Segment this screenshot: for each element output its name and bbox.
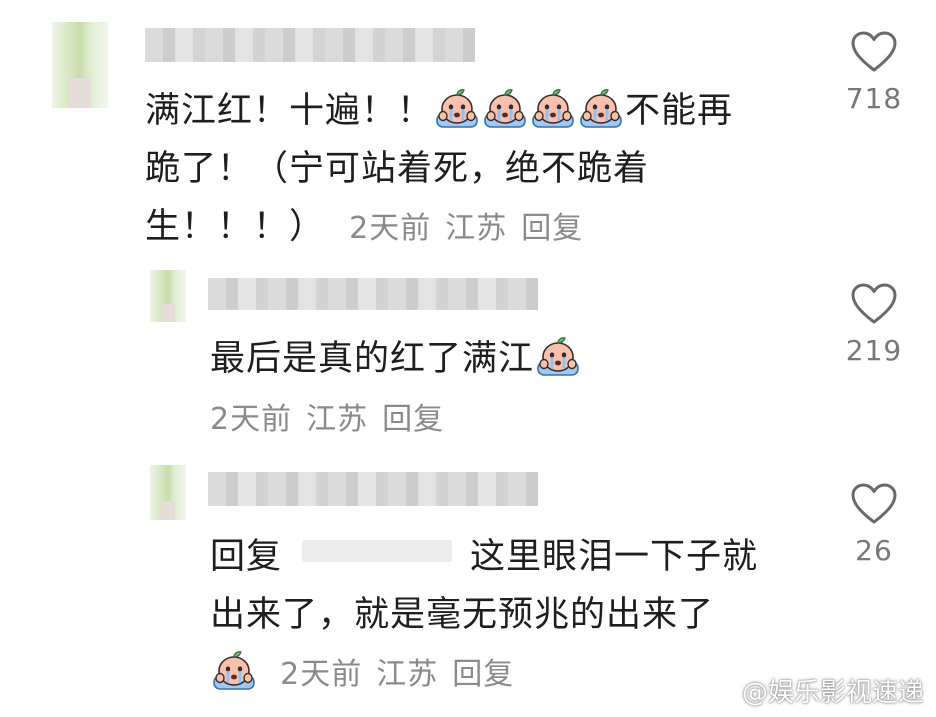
like-count: 219 bbox=[845, 334, 903, 367]
avatar[interactable] bbox=[150, 270, 186, 322]
comment-text: 满江红！十遍！！ 不能再 跪了！（宁可站着死，绝不跪着 生！！！） 2天前 江苏 回复 bbox=[145, 82, 825, 258]
comment-meta: 2天前 江苏 回复 bbox=[349, 211, 597, 246]
like-button[interactable]: 718 bbox=[834, 30, 914, 115]
comment-meta: 2天前 江苏 回复 bbox=[210, 394, 458, 438]
reply-button[interactable]: 回复 bbox=[382, 402, 444, 437]
comment-location: 江苏 bbox=[376, 657, 439, 692]
comment-text-line: 不能再 bbox=[625, 91, 734, 131]
username-blurred[interactable] bbox=[208, 472, 538, 506]
crying-face-emoji-icon bbox=[535, 336, 581, 378]
comment-text-line: 最后是真的红了满江 bbox=[210, 339, 535, 379]
crying-face-emoji-icon bbox=[530, 88, 576, 130]
avatar[interactable] bbox=[52, 22, 108, 108]
emoji-group bbox=[433, 91, 625, 131]
heart-outline-icon bbox=[851, 283, 897, 324]
username-blurred[interactable] bbox=[145, 28, 475, 62]
comment-time: 2天前 bbox=[210, 402, 293, 437]
comment-text: 最后是真的红了满江 bbox=[210, 330, 810, 388]
comment-text-line: 跪了！（宁可站着死，绝不跪着 bbox=[145, 149, 650, 189]
comment-text-line: 出来了，就是毫无预兆的出来了 bbox=[210, 595, 715, 635]
comment-text-line: 生！！！） bbox=[145, 207, 326, 247]
crying-face-emoji-icon bbox=[211, 650, 257, 692]
heart-outline-icon bbox=[851, 483, 897, 524]
comment-text-line: 这里眼泪一下子就 bbox=[470, 537, 759, 577]
like-count: 26 bbox=[855, 534, 893, 567]
comment-text: 回复 这里眼泪一下子就 出来了，就是毫无预兆的出来了 2天前 江苏 回复 bbox=[210, 528, 820, 704]
comment-text-line: 满江红！十遍！！ bbox=[145, 91, 434, 131]
like-button[interactable]: 26 bbox=[834, 482, 914, 567]
mentioned-user-blurred[interactable] bbox=[302, 540, 453, 562]
comment-location: 江苏 bbox=[306, 402, 369, 437]
crying-face-emoji-icon bbox=[434, 88, 480, 130]
heart-outline-icon bbox=[851, 31, 897, 72]
like-count: 718 bbox=[845, 82, 903, 115]
watermark: @娱乐影视速递 bbox=[741, 678, 924, 708]
reply-button[interactable]: 回复 bbox=[452, 657, 514, 692]
crying-face-emoji-icon bbox=[578, 88, 624, 130]
comment-meta: 2天前 江苏 回复 bbox=[280, 657, 528, 692]
reply-button[interactable]: 回复 bbox=[521, 211, 583, 246]
comment-time: 2天前 bbox=[349, 211, 432, 246]
like-button[interactable]: 219 bbox=[834, 282, 914, 367]
comment-location: 江苏 bbox=[445, 211, 508, 246]
username-blurred[interactable] bbox=[208, 278, 538, 310]
reply-prefix: 回复 bbox=[210, 537, 283, 577]
crying-face-emoji-icon bbox=[482, 88, 528, 130]
avatar[interactable] bbox=[150, 465, 186, 520]
comment-time: 2天前 bbox=[280, 657, 363, 692]
